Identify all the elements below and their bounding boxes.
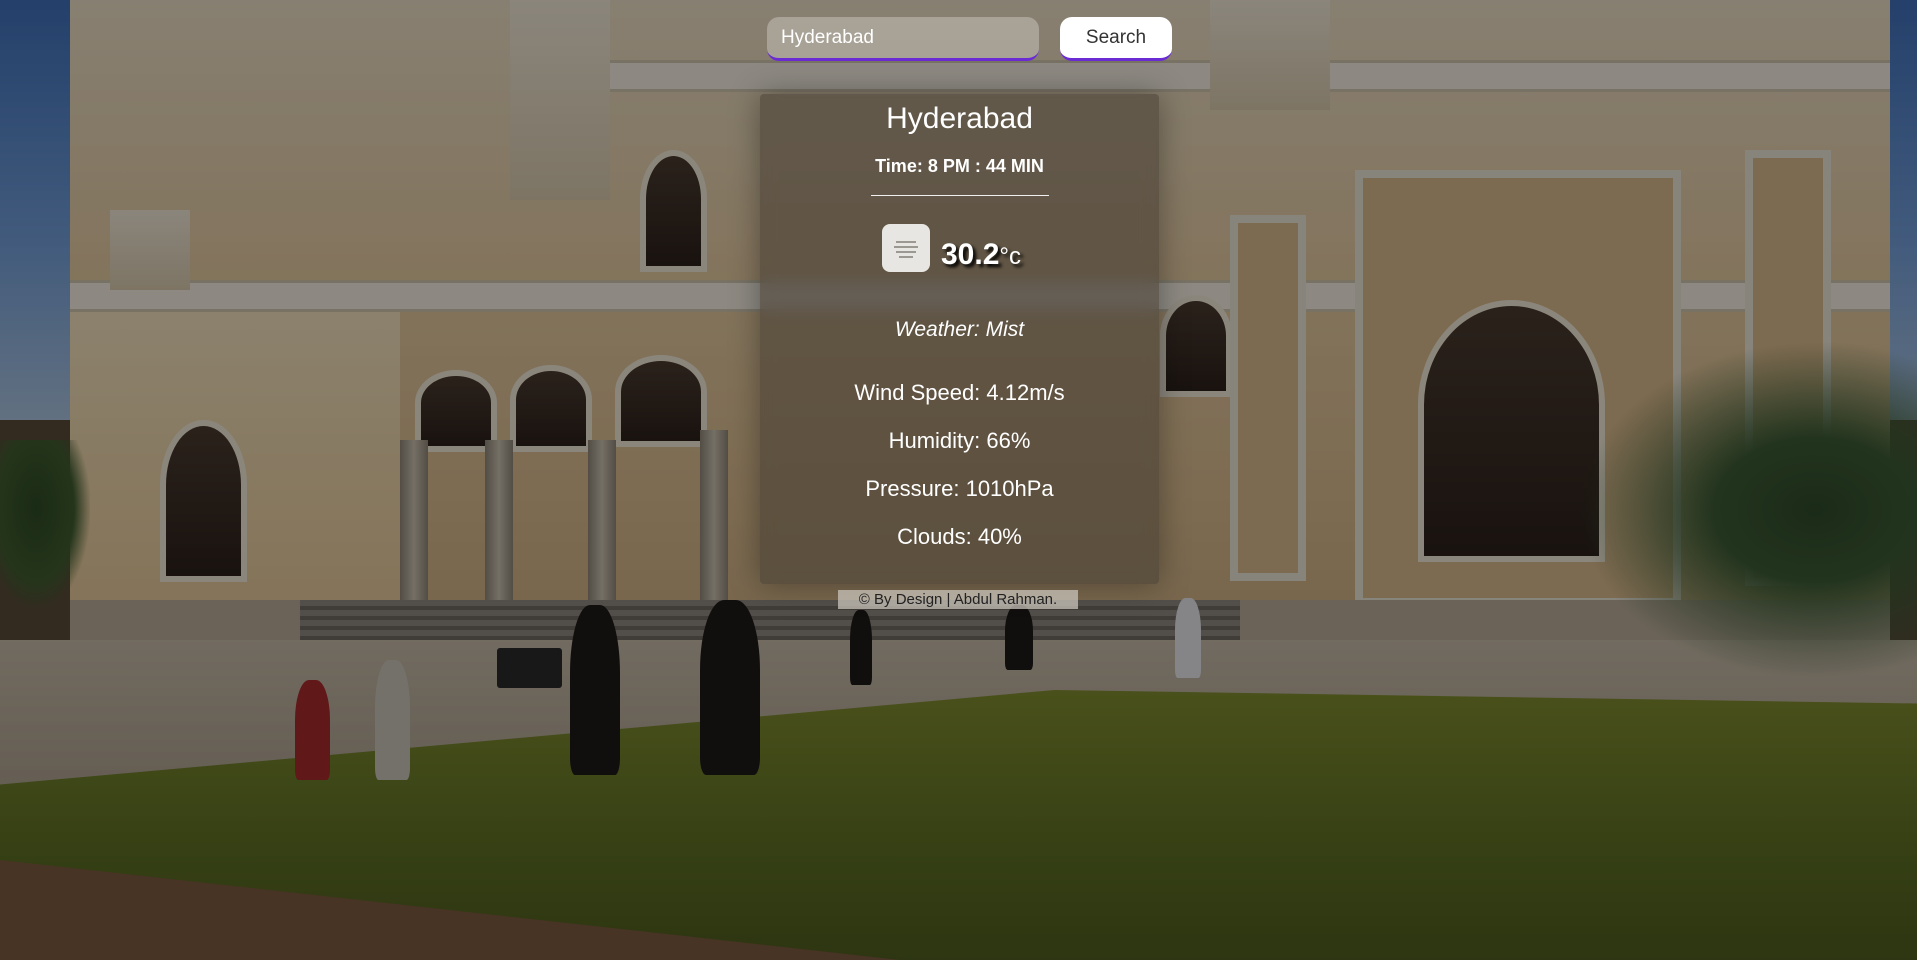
temperature-unit: °c <box>999 243 1021 270</box>
pressure: Pressure: 1010hPa <box>865 476 1054 501</box>
city-search-input[interactable] <box>767 17 1039 61</box>
temperature-row: 30.2°c <box>760 224 1159 284</box>
temperature: 30.2°c <box>941 238 1021 272</box>
mist-icon <box>882 224 930 272</box>
footer-credit: © By Design | Abdul Rahman. <box>838 590 1078 609</box>
humidity: Humidity: 66% <box>888 428 1031 453</box>
local-time: Time: 8 PM : 44 MIN <box>875 156 1044 176</box>
search-button[interactable]: Search <box>1060 17 1172 61</box>
wind-speed: Wind Speed: 4.12m/s <box>854 380 1065 405</box>
city-name: Hyderabad <box>886 102 1033 135</box>
temperature-value: 30.2 <box>941 238 1000 271</box>
clouds: Clouds: 40% <box>897 524 1022 549</box>
weather-description: Weather: Mist <box>894 318 1025 341</box>
divider <box>871 195 1049 196</box>
weather-card: Hyderabad Time: 8 PM : 44 MIN 30.2°c Wea… <box>760 94 1159 584</box>
